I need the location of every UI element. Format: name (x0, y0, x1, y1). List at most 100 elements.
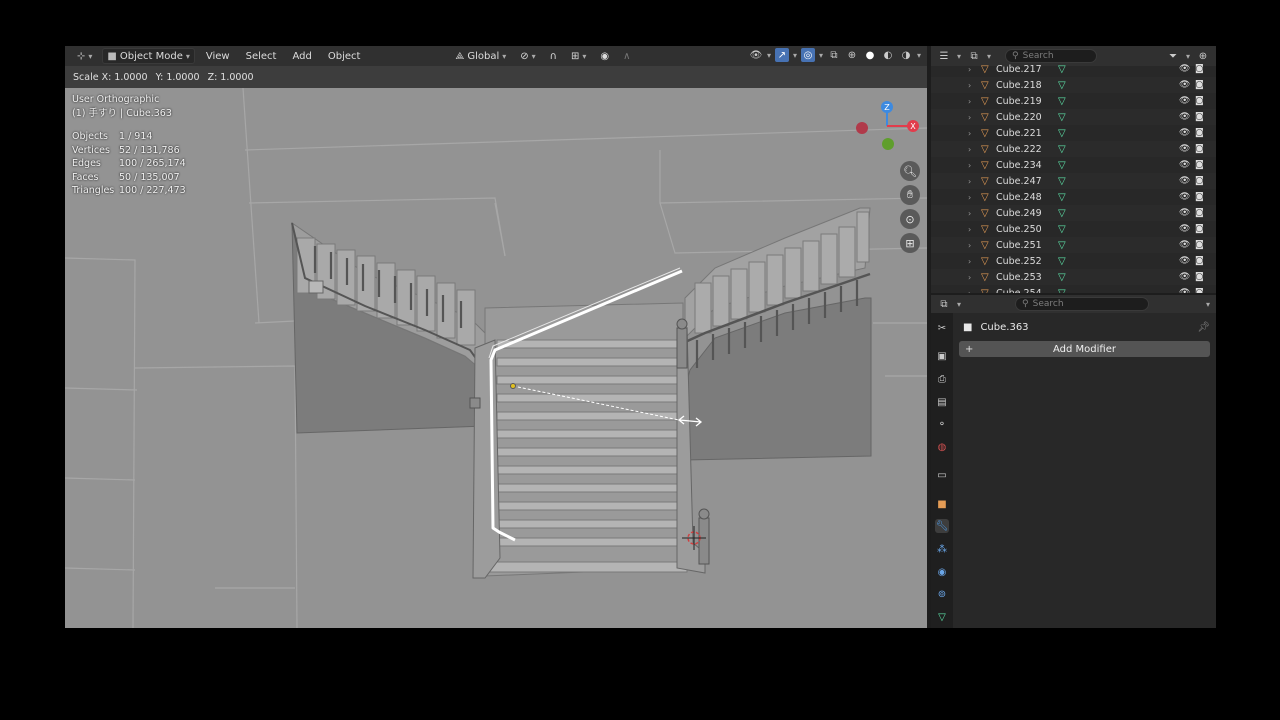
menu-add[interactable]: Add (287, 51, 316, 62)
mesh-data-icon[interactable]: ▽ (1058, 256, 1066, 267)
outliner-row[interactable]: › ▽ Cube.253 ▽ 👁︎ ◙ (931, 269, 1216, 285)
mesh-data-icon[interactable]: ▽ (1058, 192, 1066, 203)
mesh-data-icon[interactable]: ▽ (1058, 96, 1066, 107)
outliner-item-name[interactable]: Cube.219 (996, 96, 1042, 107)
wireframe-shading-icon[interactable]: ⊕ (845, 48, 859, 62)
scene-icon[interactable]: ⚬ (935, 417, 949, 431)
chevron-right-icon[interactable]: › (968, 65, 971, 74)
chevron-down-icon[interactable]: ▾ (767, 51, 771, 60)
eye-icon[interactable]: 👁︎ (1179, 80, 1190, 90)
viewport-scene[interactable]: Z X (65, 88, 927, 628)
outliner-row[interactable]: › ▽ Cube.222 ▽ 👁︎ ◙ (931, 141, 1216, 157)
tool-icon[interactable]: ✂ (935, 321, 949, 335)
mesh-data-icon[interactable]: ▽ (1058, 240, 1066, 251)
camera-icon[interactable]: ◙ (1195, 256, 1204, 266)
outliner-item-name[interactable]: Cube.247 (996, 176, 1042, 187)
chevron-right-icon[interactable]: › (968, 129, 971, 138)
xray-toggle-icon[interactable]: ⧉ (827, 48, 841, 62)
outliner-item-name[interactable]: Cube.254 (996, 288, 1042, 294)
physics-icon[interactable]: ◉ (935, 565, 949, 579)
outliner-row[interactable]: › ▽ Cube.254 ▽ 👁︎ ◙ (931, 285, 1216, 294)
chevron-right-icon[interactable]: › (968, 257, 971, 266)
chevron-right-icon[interactable]: › (968, 241, 971, 250)
particles-icon[interactable]: ⁂ (935, 542, 949, 556)
mesh-data-icon[interactable]: ▽ (1058, 80, 1066, 91)
camera-icon[interactable]: ◙ (1195, 64, 1204, 74)
camera-icon[interactable]: ◙ (1195, 208, 1204, 218)
chevron-right-icon[interactable]: › (968, 177, 971, 186)
snap-target-select[interactable]: ⊞ ▾ (567, 48, 590, 64)
eye-icon[interactable]: 👁︎ (1179, 96, 1190, 106)
output-icon[interactable]: ⎙ (935, 372, 949, 386)
outliner-item-name[interactable]: Cube.218 (996, 80, 1042, 91)
data-icon[interactable]: ▽ (935, 610, 949, 624)
chevron-right-icon[interactable]: › (968, 161, 971, 170)
overlays-toggle-icon[interactable]: ◎ (800, 48, 815, 62)
solid-shading-icon[interactable]: ● (863, 48, 877, 62)
constraints-icon[interactable]: ⊚ (935, 587, 949, 601)
mesh-data-icon[interactable]: ▽ (1058, 288, 1066, 294)
camera-icon[interactable]: ◙ (1195, 288, 1204, 293)
chevron-right-icon[interactable]: › (968, 113, 971, 122)
camera-icon[interactable]: ◙ (1195, 96, 1204, 106)
eye-icon[interactable]: 👁︎ (1179, 128, 1190, 138)
outliner-row[interactable]: › ▽ Cube.217 ▽ 👁︎ ◙ (931, 61, 1216, 77)
eye-icon[interactable]: 👁︎ (1179, 176, 1190, 186)
mode-select[interactable]: ■ Object Mode ▾ (102, 48, 195, 64)
mesh-data-icon[interactable]: ▽ (1058, 64, 1066, 75)
menu-select[interactable]: Select (241, 51, 282, 62)
mesh-data-icon[interactable]: ▽ (1058, 128, 1066, 139)
chevron-down-icon[interactable]: ▾ (957, 52, 961, 61)
eye-icon[interactable]: 👁︎ (1179, 144, 1190, 154)
chevron-down-icon[interactable]: ▾ (1206, 300, 1210, 309)
camera-icon[interactable]: ◙ (1195, 240, 1204, 250)
chevron-right-icon[interactable]: › (968, 97, 971, 106)
snap-toggle[interactable]: ∩ (546, 48, 561, 64)
outliner-row[interactable]: › ▽ Cube.220 ▽ 👁︎ ◙ (931, 109, 1216, 125)
outliner-item-name[interactable]: Cube.250 (996, 224, 1042, 235)
editor-type-button[interactable]: ⊹ ▾ (73, 48, 96, 64)
outliner-row[interactable]: › ▽ Cube.247 ▽ 👁︎ ◙ (931, 173, 1216, 189)
world-icon[interactable]: ◍ (935, 440, 949, 454)
modifier-icon[interactable]: 🔧︎ (935, 519, 949, 533)
eye-icon[interactable]: 👁︎ (1179, 160, 1190, 170)
outliner-item-name[interactable]: Cube.253 (996, 272, 1042, 283)
gizmo-toggle-icon[interactable]: ↗ (774, 48, 789, 62)
chevron-right-icon[interactable]: › (968, 289, 971, 294)
camera-icon[interactable]: ◙ (1195, 128, 1204, 138)
camera-icon[interactable]: ◙ (1195, 192, 1204, 202)
chevron-down-icon[interactable]: ▾ (957, 300, 961, 309)
chevron-right-icon[interactable]: › (968, 209, 971, 218)
eye-icon[interactable]: 👁︎ (1179, 256, 1190, 266)
outliner-item-name[interactable]: Cube.217 (996, 64, 1042, 75)
outliner-item-name[interactable]: Cube.248 (996, 192, 1042, 203)
eye-icon[interactable]: 👁︎ (1179, 288, 1190, 293)
properties-search-input[interactable]: ⚲ Search (1015, 297, 1150, 311)
menu-view[interactable]: View (201, 51, 235, 62)
rendered-shading-icon[interactable]: ◑ (899, 48, 913, 62)
properties-editor-icon[interactable]: ⧉ (937, 297, 951, 311)
menu-object[interactable]: Object (323, 51, 366, 62)
outliner-row[interactable]: › ▽ Cube.252 ▽ 👁︎ ◙ (931, 253, 1216, 269)
chevron-right-icon[interactable]: › (968, 193, 971, 202)
outliner-item-name[interactable]: Cube.252 (996, 256, 1042, 267)
outliner-item-name[interactable]: Cube.221 (996, 128, 1042, 139)
camera-icon[interactable]: ◙ (1195, 80, 1204, 90)
zoom-icon[interactable]: 🔍︎ (900, 161, 920, 181)
camera-icon[interactable]: ◙ (1195, 176, 1204, 186)
ortho-grid-icon[interactable]: ⊞ (900, 233, 920, 253)
outliner-item-name[interactable]: Cube.220 (996, 112, 1042, 123)
chevron-down-icon[interactable]: ▾ (793, 51, 797, 60)
view-layer-icon[interactable]: ▤ (935, 395, 949, 409)
add-modifier-button[interactable]: + Add Modifier (959, 341, 1210, 357)
chevron-down-icon[interactable]: ▾ (917, 51, 921, 60)
gizmo-neg-x-axis[interactable] (856, 122, 868, 134)
camera-icon[interactable]: ◙ (1195, 160, 1204, 170)
3d-viewport[interactable]: ⊹ ▾ ■ Object Mode ▾ View Select Add Objec… (65, 46, 927, 628)
pivot-select[interactable]: ⊘ ▾ (516, 48, 539, 64)
outliner-item-name[interactable]: Cube.234 (996, 160, 1042, 171)
chevron-down-icon[interactable]: ▾ (1186, 52, 1190, 61)
chevron-down-icon[interactable]: ▾ (987, 52, 991, 61)
visibility-icon[interactable]: 👁 (749, 48, 763, 62)
eye-icon[interactable]: 👁︎ (1179, 224, 1190, 234)
